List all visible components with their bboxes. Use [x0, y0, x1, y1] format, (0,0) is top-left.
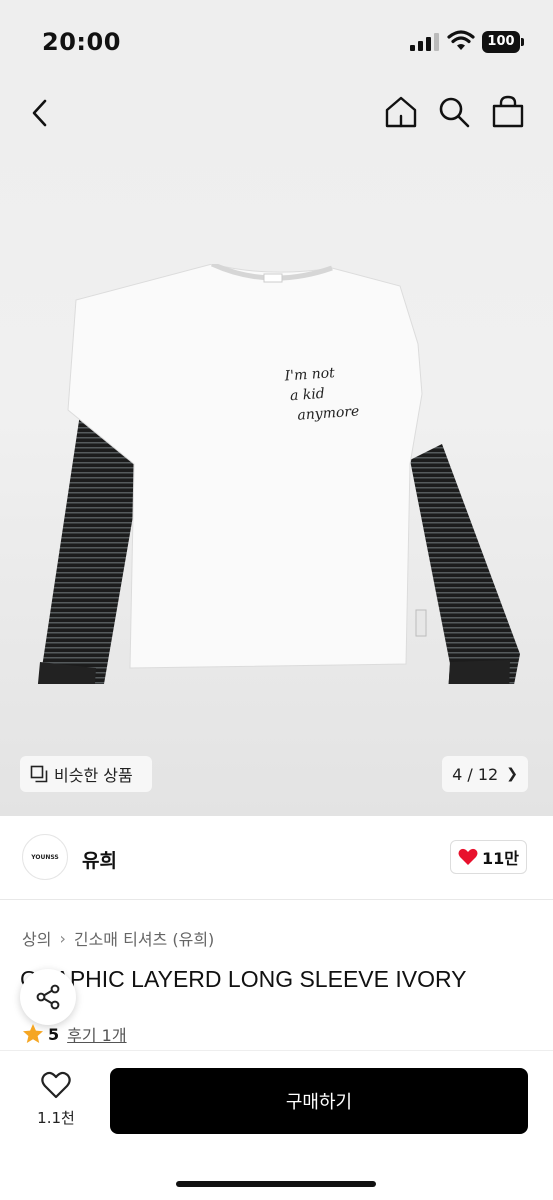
- wishlist-button[interactable]: 1.1천: [28, 1071, 84, 1131]
- heart-outline-icon: [41, 1071, 71, 1099]
- brand-row: YOUNSS 유희 11만: [0, 816, 553, 900]
- similar-products-button[interactable]: 비슷한 상품: [20, 756, 152, 792]
- rating-value: 5: [48, 1024, 60, 1044]
- page-indicator: 4 / 12: [452, 764, 499, 784]
- brand-like-button[interactable]: 11만: [450, 840, 527, 874]
- similar-products-label: 비슷한 상품: [54, 766, 133, 785]
- status-time: 20:00: [42, 28, 121, 56]
- heart-icon: [458, 848, 478, 865]
- buy-button[interactable]: 구매하기: [110, 1068, 528, 1134]
- review-link[interactable]: 후기 1개: [67, 1022, 126, 1046]
- share-button[interactable]: [20, 969, 76, 1025]
- rating-row: 5 후기 1개: [22, 1022, 127, 1046]
- brand-name[interactable]: 유희: [82, 846, 117, 873]
- breadcrumb: 상의 › 긴소매 티셔츠 (유희): [22, 926, 214, 950]
- product-title: GRAPHIC LAYERD LONG SLEEVE IVORY: [20, 966, 467, 992]
- signal-icon: [410, 33, 439, 51]
- shopping-bag-icon[interactable]: [490, 94, 526, 130]
- share-icon: [36, 984, 60, 1010]
- chevron-right-icon: ›: [59, 928, 66, 948]
- image-pager[interactable]: 4 / 12 ❯: [442, 756, 528, 792]
- search-icon[interactable]: [436, 94, 472, 130]
- home-icon[interactable]: [383, 94, 419, 130]
- home-indicator: [176, 1181, 376, 1187]
- brand-logo[interactable]: YOUNSS: [22, 834, 68, 880]
- chest-print: I'm not a kid anymore: [284, 362, 360, 427]
- breadcrumb-item[interactable]: 상의: [22, 926, 51, 950]
- brand-like-count: 11만: [482, 849, 519, 868]
- star-icon: [23, 1024, 43, 1043]
- copy-icon: [30, 765, 48, 783]
- product-photo-tshirt: [37, 264, 520, 684]
- back-icon[interactable]: [24, 96, 58, 130]
- battery-tip: [521, 38, 524, 46]
- wifi-icon: [447, 30, 475, 50]
- battery-level: 100: [482, 31, 520, 53]
- battery-icon: 100: [482, 31, 524, 53]
- breadcrumb-item[interactable]: 긴소매 티셔츠 (유희): [74, 926, 214, 950]
- brand-logo-text: YOUNSS: [31, 853, 59, 861]
- product-image-carousel[interactable]: I'm not a kid anymore 비슷한 상품 4 / 12 ❯: [0, 84, 553, 816]
- status-bar: 20:00 100: [0, 0, 553, 84]
- chevron-right-icon: ❯: [506, 766, 518, 782]
- bottom-action-bar: 1.1천 구매하기: [0, 1050, 553, 1200]
- wishlist-count: 1.1천: [37, 1109, 75, 1127]
